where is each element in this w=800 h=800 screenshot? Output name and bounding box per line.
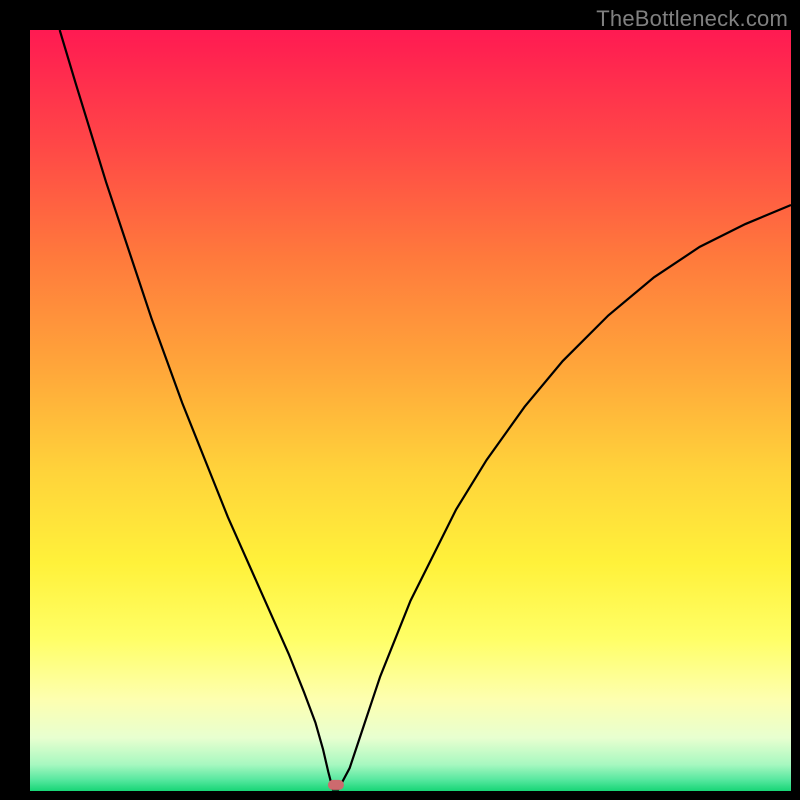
axis-bottom xyxy=(0,791,800,800)
watermark-text: TheBottleneck.com xyxy=(596,6,788,32)
plot-background xyxy=(30,30,791,791)
bottleneck-chart xyxy=(0,0,800,800)
optimal-marker xyxy=(328,780,344,790)
axis-right xyxy=(791,0,800,800)
chart-container: TheBottleneck.com xyxy=(0,0,800,800)
axis-left xyxy=(0,0,30,800)
